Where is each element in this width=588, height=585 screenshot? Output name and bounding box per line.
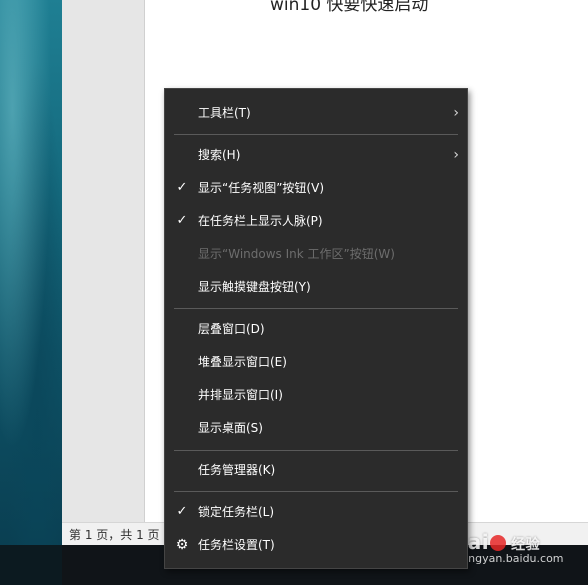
page-count-status[interactable]: 第 1 页，共 1 页 xyxy=(69,526,160,543)
watermark-jingyan: 经验 xyxy=(511,537,541,553)
screen: win10 快要快速启动 第 1 页，共 1 页 Bai 经验 jingyan.b… xyxy=(0,0,588,585)
menu-separator xyxy=(174,450,458,451)
menu-item-task-manager[interactable]: 任务管理器(K) xyxy=(165,455,467,485)
paw-icon xyxy=(490,535,507,551)
menu-item-label: 任务管理器(K) xyxy=(198,463,276,477)
menu-item-stack-windows[interactable]: 堆叠显示窗口(E) xyxy=(165,347,467,377)
menu-item-show-people[interactable]: ✓ 在任务栏上显示人脉(P) xyxy=(165,206,467,236)
menu-item-cascade-windows[interactable]: 层叠窗口(D) xyxy=(165,314,467,344)
menu-item-side-by-side-windows[interactable]: 并排显示窗口(I) xyxy=(165,380,467,410)
menu-item-show-windows-ink-button: 显示“Windows Ink 工作区”按钮(W) xyxy=(165,239,467,269)
document-heading: win10 快要快速启动 xyxy=(270,0,429,15)
taskbar-left-area xyxy=(0,545,62,585)
chevron-right-icon: › xyxy=(453,147,459,163)
menu-item-label: 在任务栏上显示人脉(P) xyxy=(198,214,323,228)
chevron-right-icon: › xyxy=(453,105,459,121)
menu-separator xyxy=(174,308,458,309)
menu-separator xyxy=(174,491,458,492)
menu-separator xyxy=(174,134,458,135)
menu-item-label: 任务栏设置(T) xyxy=(198,538,275,552)
checkmark-icon: ✓ xyxy=(176,180,188,195)
taskbar-context-menu: 工具栏(T) › 搜索(H) › ✓ 显示“任务视图”按钮(V) ✓ 在任务栏上… xyxy=(164,88,468,569)
menu-item-toolbars[interactable]: 工具栏(T) › xyxy=(165,98,467,128)
menu-item-label: 堆叠显示窗口(E) xyxy=(198,355,287,369)
menu-item-label: 显示“任务视图”按钮(V) xyxy=(198,181,325,195)
watermark-logo: Bai 经验 xyxy=(452,530,564,554)
watermark-url: jingyan.baidu.com xyxy=(462,552,564,565)
checkmark-icon: ✓ xyxy=(176,504,188,519)
document-gutter xyxy=(62,0,144,522)
menu-item-label: 工具栏(T) xyxy=(198,106,251,120)
desktop-wallpaper xyxy=(0,0,62,545)
menu-item-label: 搜索(H) xyxy=(198,148,241,162)
menu-item-show-desktop[interactable]: 显示桌面(S) xyxy=(165,413,467,443)
menu-item-search[interactable]: 搜索(H) › xyxy=(165,140,467,170)
menu-item-taskbar-settings[interactable]: ⚙ 任务栏设置(T) xyxy=(165,530,467,560)
baidu-watermark: Bai 经验 jingyan.baidu.com xyxy=(452,530,564,565)
gear-icon: ⚙ xyxy=(175,537,189,553)
menu-item-label: 锁定任务栏(L) xyxy=(198,505,275,519)
menu-item-show-touch-keyboard-button[interactable]: 显示触摸键盘按钮(Y) xyxy=(165,272,467,302)
menu-item-label: 层叠窗口(D) xyxy=(198,322,265,336)
menu-item-label: 显示触摸键盘按钮(Y) xyxy=(198,280,311,294)
menu-item-label: 显示“Windows Ink 工作区”按钮(W) xyxy=(198,247,395,261)
menu-item-lock-taskbar[interactable]: ✓ 锁定任务栏(L) xyxy=(165,497,467,527)
menu-item-show-task-view-button[interactable]: ✓ 显示“任务视图”按钮(V) xyxy=(165,173,467,203)
menu-item-label: 并排显示窗口(I) xyxy=(198,388,283,402)
menu-item-label: 显示桌面(S) xyxy=(198,421,263,435)
checkmark-icon: ✓ xyxy=(176,213,188,228)
